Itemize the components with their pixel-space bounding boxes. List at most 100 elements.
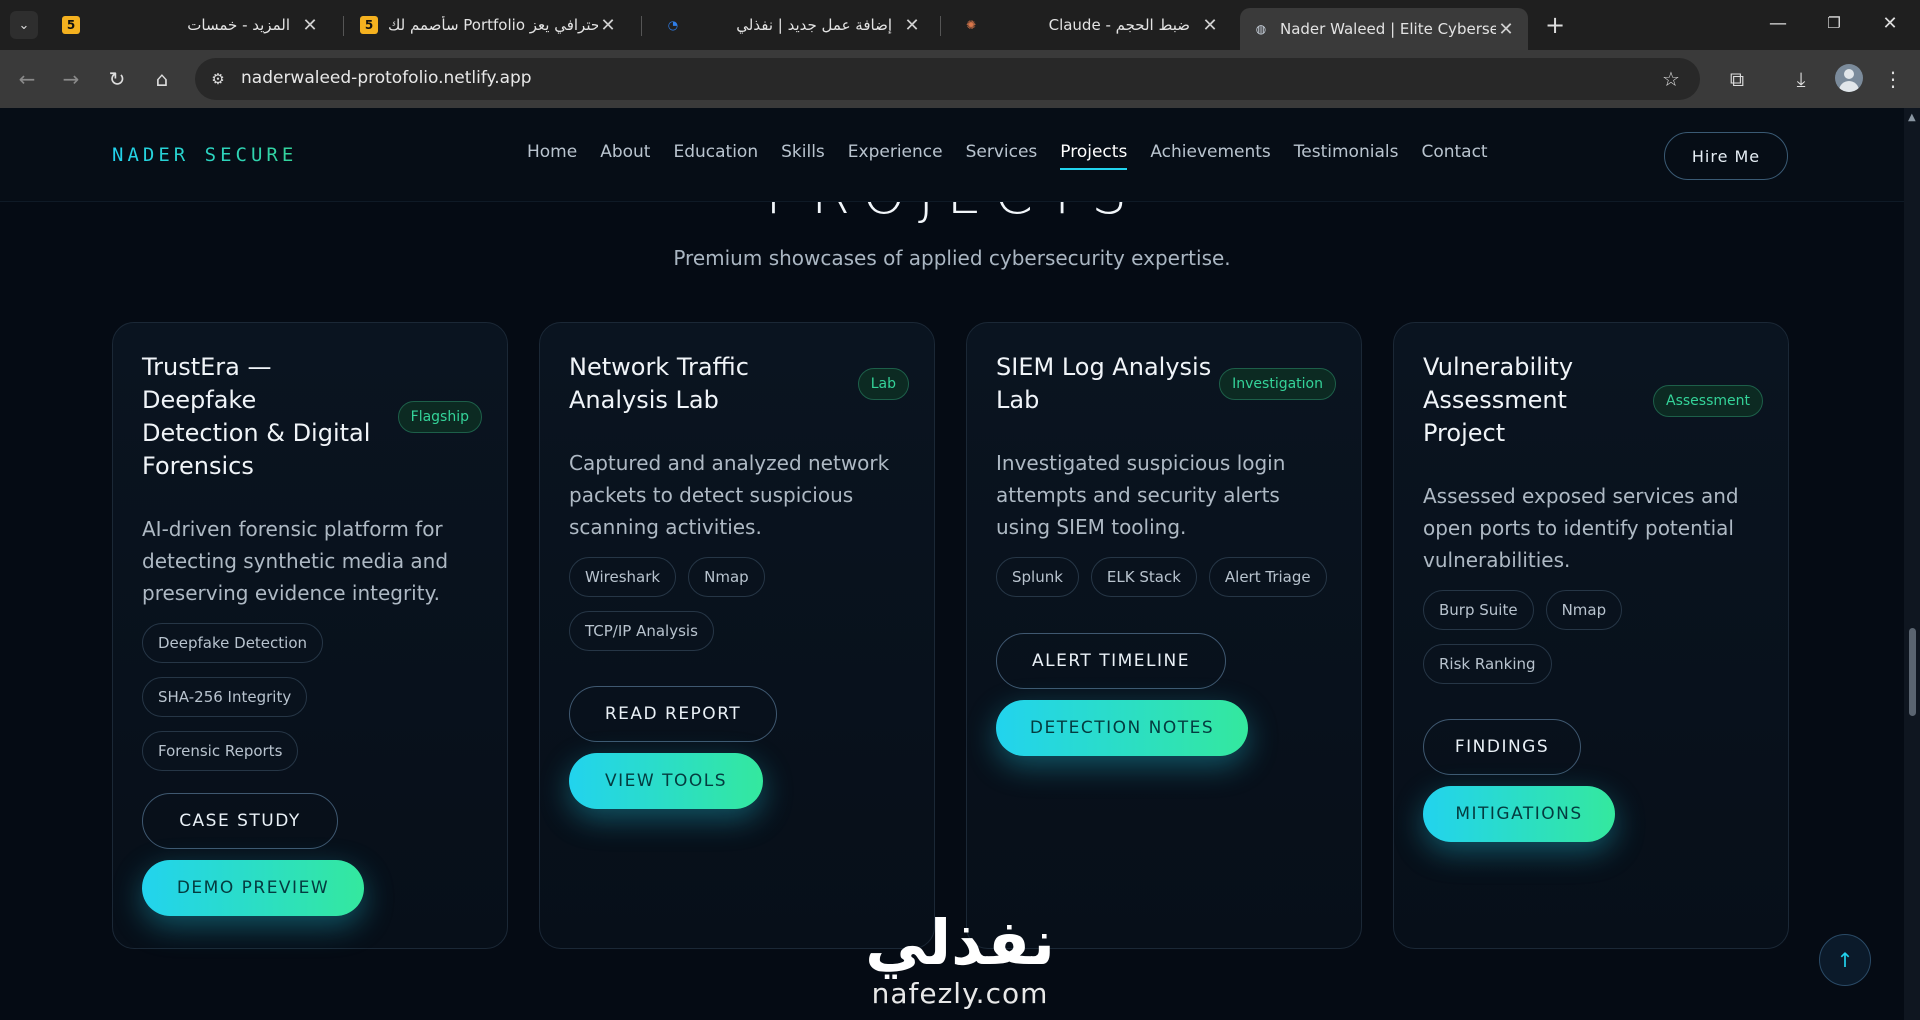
card-header: TrustEra — Deepfake Detection & Digital … bbox=[142, 351, 482, 483]
project-tags: Splunk ELK Stack Alert Triage bbox=[996, 557, 1336, 597]
extensions-puzzle-icon[interactable]: ⧉ bbox=[1722, 64, 1752, 94]
close-tab-icon[interactable]: ✕ bbox=[300, 15, 320, 36]
project-badge: Lab bbox=[857, 368, 909, 400]
scroll-to-top-arrow-icon[interactable]: ↑ bbox=[1819, 934, 1871, 986]
nav-education[interactable]: Education bbox=[673, 142, 758, 170]
tab-title: المزيد - خمسات bbox=[187, 16, 290, 34]
nav-projects[interactable]: Projects bbox=[1060, 142, 1128, 170]
project-title: TrustEra — Deepfake Detection & Digital … bbox=[142, 353, 371, 480]
close-tab-icon[interactable]: ✕ bbox=[598, 15, 618, 36]
avatar-head bbox=[1844, 69, 1854, 79]
tag: Splunk bbox=[996, 557, 1079, 597]
detection-notes-button[interactable]: DETECTION NOTES bbox=[996, 700, 1248, 756]
scroll-up-arrow-icon[interactable]: ▲ bbox=[1908, 112, 1916, 123]
close-tab-icon[interactable]: ✕ bbox=[1200, 15, 1220, 36]
mitigations-button[interactable]: MITIGATIONS bbox=[1423, 786, 1615, 842]
reload-icon[interactable]: ↻ bbox=[102, 64, 132, 94]
restore-window-icon[interactable]: ❐ bbox=[1814, 8, 1854, 38]
tab-nafezly[interactable]: ◔ إضافة عمل جديد | نفذلي ✕ bbox=[652, 7, 934, 43]
browser-menu-dots-icon[interactable]: ⋮ bbox=[1878, 64, 1908, 94]
home-icon[interactable]: ⌂ bbox=[147, 64, 177, 94]
tab-separator bbox=[343, 16, 344, 36]
nav-testimonials[interactable]: Testimonials bbox=[1294, 142, 1399, 170]
project-tags: Wireshark Nmap TCP/IP Analysis bbox=[569, 557, 789, 651]
view-tools-button[interactable]: VIEW TOOLS bbox=[569, 753, 763, 809]
nav-skills[interactable]: Skills bbox=[781, 142, 825, 170]
project-tags: Burp Suite Nmap Risk Ranking bbox=[1423, 590, 1643, 684]
tag: Nmap bbox=[1545, 590, 1623, 630]
tab-nader-portfolio[interactable]: ◍ Nader Waleed | Elite Cybersecu ✕ bbox=[1240, 8, 1528, 50]
tag: Risk Ranking bbox=[1423, 644, 1552, 684]
minimize-window-icon[interactable]: — bbox=[1758, 8, 1798, 38]
site-logo[interactable]: NADER SECURE bbox=[112, 144, 297, 166]
site-header: NADER SECURE Home About Education Skills… bbox=[0, 108, 1904, 202]
browser-toolbar: ← → ↻ ⌂ ⚙ naderwaleed-protofolio.netlify… bbox=[0, 50, 1920, 108]
tab-separator bbox=[641, 16, 642, 36]
khamsat-favicon-icon: 5 bbox=[62, 16, 80, 34]
tab-title: Nader Waleed | Elite Cybersecu bbox=[1280, 20, 1496, 38]
card-header: Network Traffic Analysis Lab Lab bbox=[569, 351, 909, 417]
findings-button[interactable]: FINDINGS bbox=[1423, 719, 1581, 775]
back-arrow-icon[interactable]: ← bbox=[12, 64, 42, 94]
new-tab-plus-icon[interactable]: + bbox=[1540, 10, 1570, 40]
project-description: Captured and analyzed network packets to… bbox=[569, 451, 890, 539]
download-icon[interactable]: ⤓ bbox=[1786, 64, 1816, 94]
tag: ELK Stack bbox=[1090, 557, 1197, 597]
close-window-icon[interactable]: ✕ bbox=[1870, 8, 1910, 38]
tab-claude[interactable]: ✺ Claude - ضبط الحجم ✕ bbox=[950, 7, 1232, 43]
tab-title: Claude - ضبط الحجم bbox=[1048, 16, 1190, 34]
nav-achievements[interactable]: Achievements bbox=[1150, 142, 1270, 170]
avatar-body bbox=[1839, 81, 1859, 92]
close-tab-icon[interactable]: ✕ bbox=[902, 15, 922, 36]
tab-search-chevron-icon[interactable]: ⌄ bbox=[10, 11, 38, 39]
case-study-button[interactable]: CASE STUDY bbox=[142, 793, 338, 849]
close-tab-icon[interactable]: ✕ bbox=[1496, 19, 1516, 40]
nav-about[interactable]: About bbox=[600, 142, 650, 170]
tag: Burp Suite bbox=[1423, 590, 1534, 630]
demo-preview-button[interactable]: DEMO PREVIEW bbox=[142, 860, 364, 916]
project-description: AI-driven forensic platform for detectin… bbox=[142, 517, 449, 605]
watermark-latin: nafezly.com bbox=[871, 977, 1049, 1010]
section-subtitle: Premium showcases of applied cybersecuri… bbox=[673, 246, 1231, 270]
tab-title: إضافة عمل جديد | نفذلي bbox=[736, 16, 892, 34]
project-title: SIEM Log Analysis Lab bbox=[996, 353, 1212, 414]
tag: TCP/IP Analysis bbox=[569, 611, 714, 651]
read-report-button[interactable]: READ REPORT bbox=[569, 686, 777, 742]
project-description: Assessed exposed services and open ports… bbox=[1423, 484, 1739, 572]
tab-khamsat-portfolio[interactable]: 5 سأصمم لك Portfolio احترافي يعز ✕ bbox=[348, 7, 630, 43]
claude-favicon-icon: ✺ bbox=[965, 18, 977, 32]
tag: Deepfake Detection bbox=[142, 623, 324, 663]
tab-separator bbox=[940, 16, 941, 36]
nav-contact[interactable]: Contact bbox=[1421, 142, 1487, 170]
tag: Nmap bbox=[688, 557, 765, 597]
project-card-vulnerability: Vulnerability Assessment Project Assessm… bbox=[1393, 322, 1789, 949]
khamsat-favicon-icon: 5 bbox=[360, 16, 378, 34]
forward-arrow-icon[interactable]: → bbox=[56, 64, 86, 94]
bookmark-star-icon[interactable]: ☆ bbox=[1656, 64, 1686, 94]
project-card-trustera: TrustEra — Deepfake Detection & Digital … bbox=[112, 322, 508, 949]
nav-home[interactable]: Home bbox=[527, 142, 577, 170]
project-card-network-lab: Network Traffic Analysis Lab Lab Capture… bbox=[539, 322, 935, 949]
alert-timeline-button[interactable]: ALERT TIMELINE bbox=[996, 633, 1226, 689]
page-viewport: PROJECTS NADER SECURE Home About Educati… bbox=[0, 108, 1920, 1020]
address-bar[interactable]: ⚙ naderwaleed-protofolio.netlify.app ☆ bbox=[195, 58, 1700, 100]
scrollbar-thumb[interactable] bbox=[1909, 628, 1916, 716]
site-info-tune-icon[interactable]: ⚙ bbox=[203, 64, 233, 94]
tag: Wireshark bbox=[569, 557, 677, 597]
project-tags: Deepfake Detection SHA-256 Integrity For… bbox=[142, 623, 342, 771]
profile-avatar[interactable] bbox=[1835, 64, 1863, 92]
hire-me-button[interactable]: Hire Me bbox=[1664, 132, 1788, 180]
project-title: Vulnerability Assessment Project bbox=[1423, 353, 1574, 447]
tag: Alert Triage bbox=[1208, 557, 1327, 597]
project-badge: Assessment bbox=[1653, 384, 1763, 417]
url-text[interactable]: naderwaleed-protofolio.netlify.app bbox=[241, 68, 532, 88]
browser-tab-bar: ⌄ 5 المزيد - خمسات ✕ 5 سأصمم لك Portfoli… bbox=[0, 0, 1920, 50]
nav-experience[interactable]: Experience bbox=[848, 142, 943, 170]
tag: Forensic Reports bbox=[142, 731, 299, 771]
tab-khamsat-more[interactable]: 5 المزيد - خمسات ✕ bbox=[50, 7, 332, 43]
main-nav: Home About Education Skills Experience S… bbox=[527, 142, 1511, 170]
nafezly-watermark: نفذلي nafezly.com bbox=[850, 908, 1070, 1010]
page-scrollbar[interactable]: ▲ bbox=[1904, 108, 1920, 1020]
nav-services[interactable]: Services bbox=[966, 142, 1038, 170]
tab-title: سأصمم لك Portfolio احترافي يعز bbox=[388, 16, 598, 34]
